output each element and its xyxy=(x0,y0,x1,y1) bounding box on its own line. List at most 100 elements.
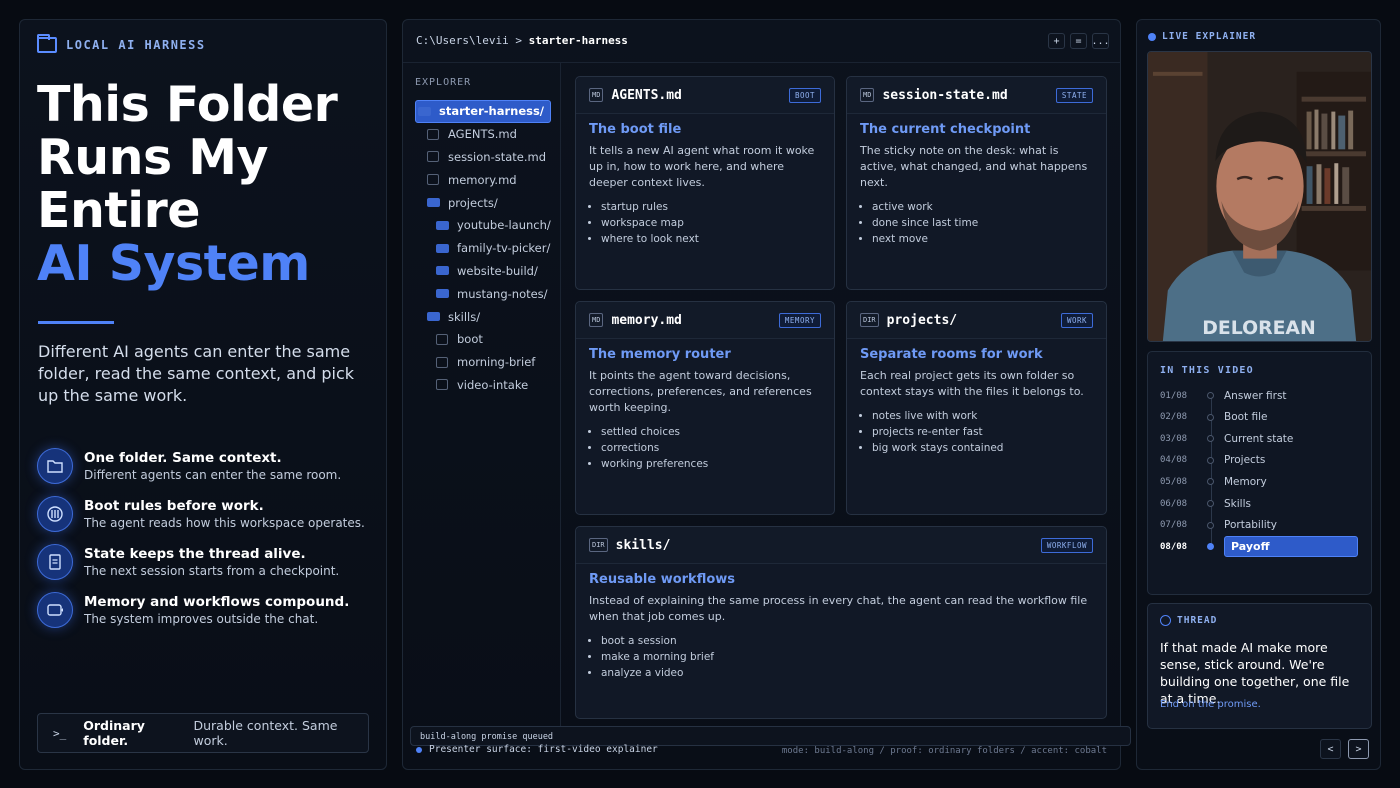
add-button[interactable]: + xyxy=(1048,33,1065,49)
headline-line-2: Runs My xyxy=(37,129,268,186)
folder-icon xyxy=(436,289,449,299)
right-panel: LIVE EXPLAINER DELOREAN IN THIS VIDEO 01… xyxy=(1136,19,1381,770)
card-bullet: boot a session xyxy=(601,633,1093,649)
card-bullet: corrections xyxy=(601,440,821,456)
tree-file[interactable]: video-intake xyxy=(415,374,551,397)
next-button[interactable]: > xyxy=(1348,739,1369,759)
chapter-item[interactable]: 02/08 Boot file xyxy=(1160,407,1360,428)
tree-folder[interactable]: youtube-launch/ xyxy=(415,214,551,237)
chapter-number: 04/08 xyxy=(1160,455,1188,466)
chapter-number: 03/08 xyxy=(1160,433,1188,444)
card-title: The memory router xyxy=(589,347,731,362)
explorer-sidebar: EXPLORER starter-harness/AGENTS.md sessio… xyxy=(403,63,561,728)
file-card[interactable]: MD session-state.md STATE The current check… xyxy=(846,76,1107,290)
chapter-item[interactable]: 03/08 Current state xyxy=(1160,428,1360,449)
card-bullets: active workdone since last timenext move xyxy=(872,199,1093,247)
tree-label: memory.md xyxy=(448,172,517,187)
timeline-dot-icon xyxy=(1207,521,1214,529)
chapter-label: Skills xyxy=(1224,497,1251,510)
shirt-text: DELOREAN xyxy=(1202,318,1315,339)
thread-message: If that made AI make more sense, stick a… xyxy=(1160,640,1350,706)
tree-label: family-tv-picker/ xyxy=(457,241,551,256)
file-type-tag: MD xyxy=(860,88,875,102)
tree-label: mustang-notes/ xyxy=(457,286,548,301)
tree-file[interactable]: AGENTS.md xyxy=(415,123,551,146)
card-kind-badge: WORKFLOW xyxy=(1040,538,1093,553)
chapter-item[interactable]: 06/08 Skills xyxy=(1160,493,1360,514)
timeline-dot-icon xyxy=(1207,392,1214,399)
card-kind-badge: WORK xyxy=(1060,313,1093,328)
tree-folder[interactable]: mustang-notes/ xyxy=(415,282,551,305)
tree-folder[interactable]: skills/ xyxy=(415,305,551,328)
feature-desc: The next session starts from a checkpoin… xyxy=(84,564,340,578)
card-title: Separate rooms for work xyxy=(860,347,1043,362)
card-bullet: projects re-enter fast xyxy=(872,424,1093,440)
card-bullet: done since last time xyxy=(872,215,1093,231)
chapter-list: IN THIS VIDEO 01/08 Answer first 02/08 Boot… xyxy=(1147,351,1372,595)
file-card[interactable]: DIR projects/WORK Separate rooms for work E… xyxy=(846,301,1107,515)
file-card[interactable]: MD memory.md MEMORY The memory router It poi… xyxy=(575,301,835,515)
folder-icon xyxy=(37,34,57,53)
folder-icon xyxy=(436,220,449,230)
tree-label: video-intake xyxy=(457,377,529,392)
card-description: It points the agent toward decisions, co… xyxy=(589,369,812,414)
chapter-item[interactable]: 05/08 Memory xyxy=(1160,471,1360,492)
timeline-dot-icon xyxy=(1207,543,1214,551)
card-bullet: where to look next xyxy=(601,231,821,247)
tree-file[interactable]: memory.md xyxy=(415,168,551,191)
document-icon xyxy=(37,544,73,580)
workspace-panel: C:\Users\levii > starter-harness + = ...… xyxy=(402,19,1131,770)
path-prefix: C:\Users\levii > xyxy=(416,34,529,47)
feature-desc: The system improves outside the chat. xyxy=(84,612,319,626)
live-label-text: LIVE EXPLAINER xyxy=(1162,31,1257,42)
ring-icon xyxy=(1160,615,1171,626)
tree-folder[interactable]: family-tv-picker/ xyxy=(415,237,551,260)
timeline-dot-icon xyxy=(1207,456,1214,464)
more-button[interactable]: ... xyxy=(1091,33,1110,49)
file-type-tag: MD xyxy=(589,88,604,102)
thread-header-text: THREAD xyxy=(1177,615,1218,626)
workflow-icon xyxy=(37,592,73,628)
card-filename: memory.md xyxy=(611,312,682,328)
live-dot-icon xyxy=(1148,32,1156,41)
card-header: MD session-state.md STATE xyxy=(847,77,1106,114)
chapter-item[interactable]: 07/08 Portability xyxy=(1160,515,1360,536)
timeline-dot-icon xyxy=(1207,413,1214,421)
brand-label: LOCAL AI HARNESS xyxy=(66,38,206,52)
tree-folder[interactable]: website-build/ xyxy=(415,260,551,283)
feature-item: Boot rules before work. The agent reads … xyxy=(37,495,377,543)
feature-title: Memory and workflows compound. xyxy=(84,594,350,610)
file-icon xyxy=(436,379,448,391)
card-bullet: settled choices xyxy=(601,424,821,440)
chapter-label: Answer first xyxy=(1224,389,1287,402)
file-card[interactable]: MD AGENTS.md BOOT The boot file It tells a n… xyxy=(575,76,835,290)
tree-file[interactable]: boot xyxy=(415,328,551,351)
terminal-icon: >_ xyxy=(53,726,67,740)
tree-folder[interactable]: starter-harness/ xyxy=(415,100,551,123)
card-filename: projects/ xyxy=(886,312,958,328)
chapter-item[interactable]: 08/08 Payoff xyxy=(1160,536,1360,558)
headline-accent: AI System xyxy=(37,235,310,292)
explorer-header: EXPLORER xyxy=(415,77,472,88)
card-title: The current checkpoint xyxy=(860,122,1031,137)
folder-icon xyxy=(427,312,440,322)
previous-button[interactable]: < xyxy=(1320,739,1341,759)
tree-file[interactable]: session-state.md xyxy=(415,146,551,169)
card-kind-badge: STATE xyxy=(1055,88,1093,103)
menu-button[interactable]: = xyxy=(1070,33,1087,49)
webcam-video[interactable]: DELOREAN xyxy=(1147,51,1372,342)
chapter-item[interactable]: 01/08 Answer first xyxy=(1160,385,1360,406)
thread-subtext: End on the promise. xyxy=(1160,699,1261,710)
tree-folder[interactable]: projects/ xyxy=(415,191,551,214)
file-card[interactable]: DIR skills/WORKFLOW Reusable workflows Inst… xyxy=(575,526,1107,719)
presenter-video-image: DELOREAN xyxy=(1148,52,1371,341)
card-bullet: notes live with work xyxy=(872,408,1093,424)
tree-file[interactable]: morning-brief xyxy=(415,351,551,374)
file-icon xyxy=(427,128,439,140)
feature-title: Boot rules before work. xyxy=(84,498,264,514)
card-description: It tells a new AI agent what room it wok… xyxy=(589,144,815,189)
timeline-dot-icon xyxy=(1207,478,1214,486)
card-description: Each real project gets its own folder so… xyxy=(860,369,1084,398)
chapter-item[interactable]: 04/08 Projects xyxy=(1160,450,1360,471)
card-bullets: boot a sessionmake a morning briefanalyz… xyxy=(601,633,1093,681)
